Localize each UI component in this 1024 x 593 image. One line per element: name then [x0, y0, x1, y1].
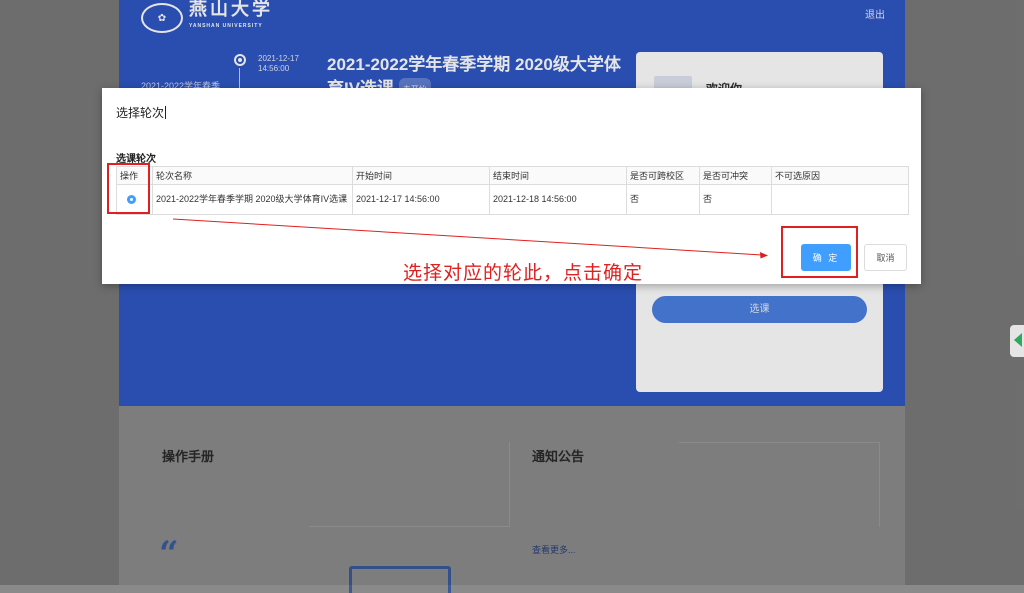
arrow-head-icon [760, 252, 768, 259]
arrow-line [172, 218, 763, 256]
annotation-arrow [172, 218, 768, 259]
